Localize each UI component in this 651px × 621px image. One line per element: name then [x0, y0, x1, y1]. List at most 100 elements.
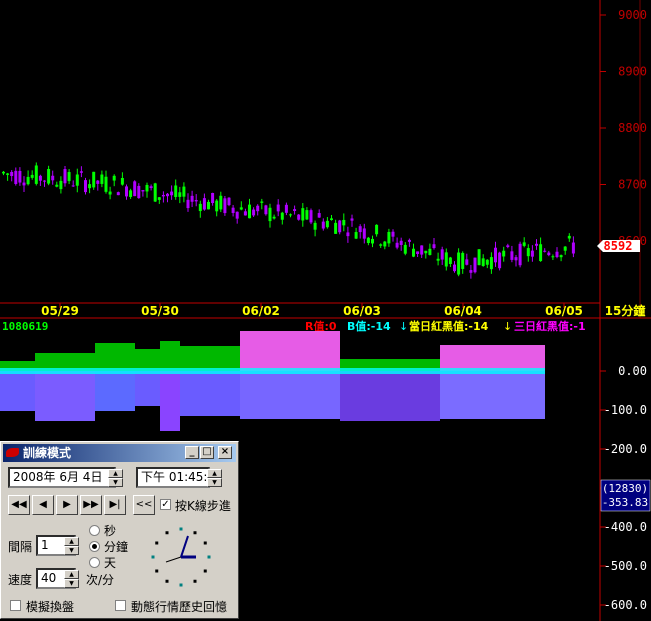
candle-body — [38, 175, 42, 181]
candle-body — [112, 175, 116, 181]
candle-body — [317, 213, 321, 218]
candle-body — [346, 232, 350, 237]
candle-body — [166, 193, 169, 197]
candle-body — [485, 259, 489, 265]
indicator-top-block — [180, 346, 240, 371]
candle-body — [223, 198, 227, 214]
candle-body — [104, 176, 108, 192]
dynamic-replay-checkbox[interactable] — [115, 600, 126, 611]
k-step-checkbox[interactable]: ✓ — [160, 499, 171, 510]
spin-up-icon[interactable]: ▲ — [207, 469, 222, 478]
back-button[interactable]: << — [133, 495, 155, 515]
spin-up-icon[interactable]: ▲ — [108, 469, 123, 478]
spin-down-icon[interactable]: ▼ — [108, 478, 123, 487]
indicator-readout-1: (12830) — [602, 482, 648, 495]
unit-days-label: 天 — [104, 556, 117, 570]
clock-tick — [151, 555, 155, 559]
date-spinner[interactable]: ▲ ▼ — [108, 469, 123, 487]
current-price-label: 8592 — [604, 239, 633, 253]
candle-body — [555, 251, 559, 258]
candle-body — [494, 247, 497, 263]
period-label[interactable]: 15分鐘 — [605, 303, 646, 318]
dynamic-replay-label: 動態行情歷史回憶 — [131, 600, 228, 614]
candle-body — [391, 231, 395, 237]
candle-body — [362, 228, 366, 239]
candle-body — [207, 201, 210, 210]
legend-day-red-black: 當日紅黑值:-14 — [409, 319, 489, 333]
next-button[interactable]: ▶▶ — [80, 495, 102, 515]
candle-body — [465, 259, 469, 265]
prev-button[interactable]: ◀ — [32, 495, 54, 515]
candle-body — [219, 195, 223, 210]
k-step-label: 按K線步進 — [175, 499, 231, 513]
candle-body — [563, 246, 567, 251]
candle-body — [342, 219, 346, 226]
candle-body — [170, 191, 174, 196]
candle-body — [489, 257, 493, 270]
candle-body — [412, 248, 415, 257]
candle-body — [34, 165, 38, 184]
date-tick-label: 06/03 — [343, 304, 381, 318]
spin-down-icon[interactable]: ▼ — [207, 478, 222, 487]
indicator-block — [0, 371, 35, 411]
indicator-tick-label: -100.0 — [604, 403, 647, 417]
candle-body — [276, 204, 280, 212]
candle-body — [297, 214, 301, 220]
spin-down-icon[interactable]: ▼ — [64, 579, 79, 588]
candle-body — [289, 214, 292, 216]
candle-body — [301, 208, 305, 221]
speed-label: 速度 — [8, 573, 33, 587]
indicator-block — [180, 371, 240, 416]
speed-spinner[interactable]: ▲ ▼ — [64, 570, 79, 588]
indicator-top-block — [95, 343, 135, 371]
unit-seconds-label: 秒 — [104, 524, 117, 538]
simulate-change-checkbox[interactable] — [10, 600, 21, 611]
indicator-readout-2: -353.83 — [602, 496, 648, 509]
price-tick-label: 8900 — [618, 65, 647, 79]
candle-body — [248, 204, 251, 219]
candle-body — [559, 255, 563, 258]
maximize-button[interactable]: □ — [200, 446, 214, 459]
candle-body — [182, 186, 186, 197]
candle-body — [125, 186, 128, 197]
candle-body — [510, 251, 514, 260]
date-tick-label: 05/30 — [141, 304, 179, 318]
candle-body — [211, 192, 215, 204]
minimize-button[interactable]: _ — [185, 446, 199, 459]
close-button[interactable]: × — [218, 446, 232, 459]
play-button[interactable]: ▶ — [56, 495, 78, 515]
candle-body — [47, 168, 51, 184]
spin-down-icon[interactable]: ▼ — [64, 546, 79, 555]
date-tick-label: 05/29 — [41, 304, 79, 318]
candle-body — [506, 245, 510, 248]
candle-body — [92, 171, 96, 188]
indicator-block — [160, 371, 180, 431]
price-tick-label: 8800 — [618, 121, 647, 135]
indicator-tick-label: 0.00 — [618, 364, 647, 378]
time-picker[interactable]: 下午 01:45: — [136, 467, 210, 488]
time-spinner[interactable]: ▲ ▼ — [207, 469, 222, 487]
candle-body — [194, 200, 198, 202]
dialog-titlebar[interactable]: 訓練模式 _ □ × — [3, 444, 236, 462]
unit-minutes-radio[interactable] — [89, 541, 100, 552]
candle-body — [227, 197, 231, 206]
clock-tick — [165, 579, 169, 583]
candle-body — [321, 221, 325, 229]
spin-up-icon[interactable]: ▲ — [64, 537, 79, 546]
indicator-tick-label: -200.0 — [604, 442, 647, 456]
interval-spinner[interactable]: ▲ ▼ — [64, 537, 79, 555]
first-button[interactable]: ◀◀ — [8, 495, 30, 515]
last-button[interactable]: ▶| — [104, 495, 126, 515]
unit-days-radio[interactable] — [89, 557, 100, 568]
candle-body — [432, 244, 436, 249]
candle-body — [79, 171, 83, 173]
indicator-tick-label: -400.0 — [604, 520, 647, 534]
candle-body — [190, 195, 194, 202]
zero-line-band — [0, 368, 545, 374]
clock-tick — [179, 583, 183, 587]
spin-up-icon[interactable]: ▲ — [64, 570, 79, 579]
unit-seconds-radio[interactable] — [89, 525, 100, 536]
clock-tick — [193, 531, 197, 535]
interval-label: 間隔 — [8, 540, 33, 554]
date-picker[interactable]: 2008年 6月 4日 — [8, 467, 116, 488]
